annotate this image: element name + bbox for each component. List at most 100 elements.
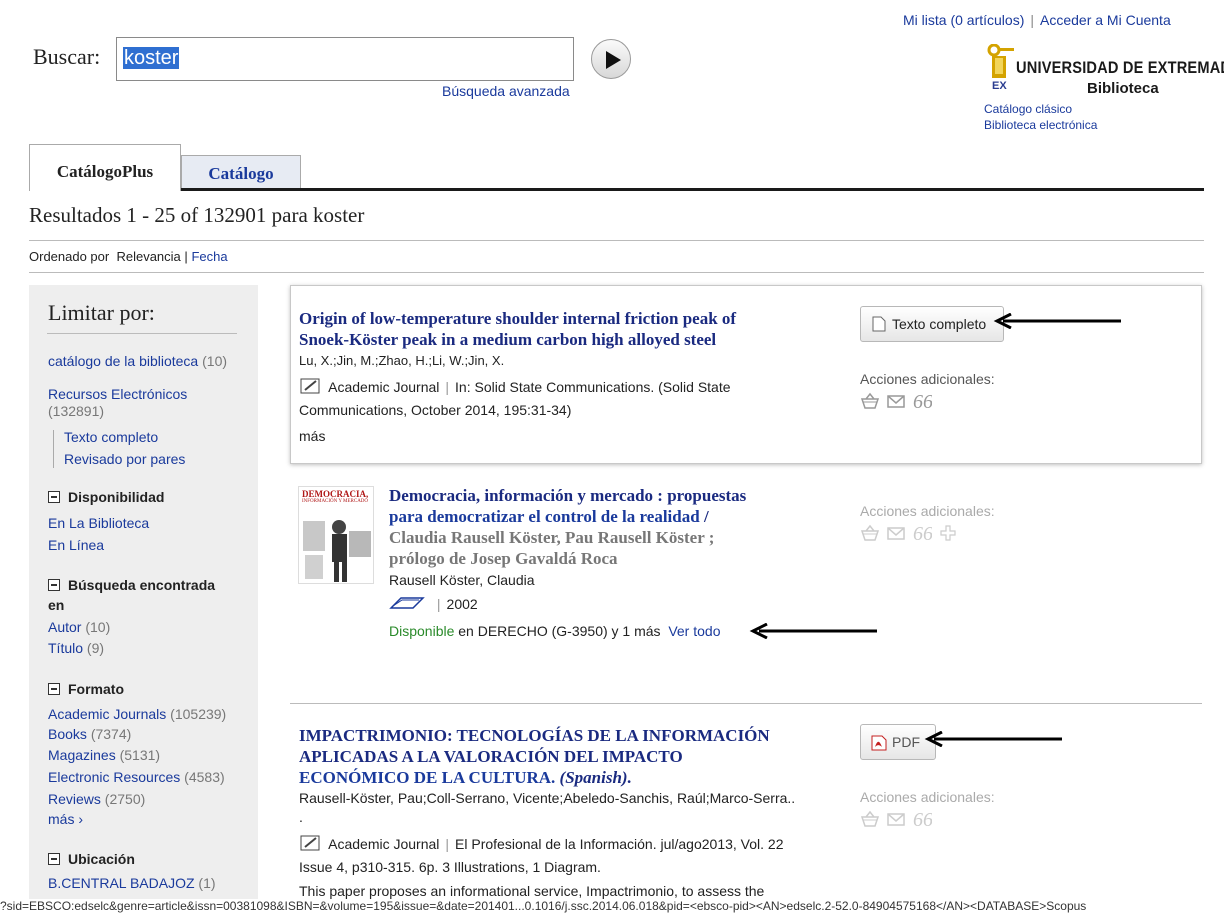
sort-date-link[interactable]: Fecha	[191, 249, 227, 264]
result-2-title-line2[interactable]: para democratizar el control de la reali…	[389, 506, 709, 527]
facet-catalogo[interactable]: catálogo de la biblioteca (10)	[48, 353, 227, 369]
facet-magazines[interactable]: Magazines (5131)	[48, 747, 160, 763]
divider	[29, 240, 1204, 241]
annotation-arrow	[924, 731, 1062, 747]
fulltext-button[interactable]: Texto completo	[860, 306, 1004, 342]
facet-academic-journals[interactable]: Academic Journals (105239)	[48, 706, 226, 722]
advanced-search-link[interactable]: Búsqueda avanzada	[442, 83, 570, 99]
cite-icon[interactable]: 66	[912, 524, 932, 542]
result-2-author-link[interactable]: Rausell Köster, Claudia	[389, 569, 535, 591]
search-label: Buscar:	[33, 44, 101, 69]
result-2-actions: 66	[860, 524, 958, 542]
facet-heading-busqueda-en: en	[48, 597, 65, 613]
facet-reviews[interactable]: Reviews (2750)	[48, 791, 145, 807]
divider	[29, 272, 1204, 273]
result-1-actions-label: Acciones adicionales:	[860, 371, 995, 387]
result-3-source: Academic Journal | El Profesional de la In…	[299, 833, 783, 855]
facet-revisado-por-pares[interactable]: Revisado por pares	[64, 451, 185, 467]
classic-catalog-link[interactable]: Catálogo clásico	[984, 102, 1072, 116]
result-1-actions: 66	[860, 392, 932, 410]
result-3-title-line2[interactable]: APLICADAS A LA VALORACIÓN DEL IMPACTO	[299, 746, 683, 767]
result-2-availability: Disponible en DERECHO (G-3950) y 1 más V…	[389, 623, 721, 639]
collapse-icon[interactable]	[48, 853, 60, 865]
result-2-format-year: | 2002	[389, 593, 478, 615]
divider	[290, 703, 1202, 704]
result-3-title-line3[interactable]: ECONÓMICO DE LA CULTURA. (Spanish).	[299, 767, 632, 788]
facet-en-la-biblioteca[interactable]: En La Biblioteca	[48, 515, 149, 531]
email-icon[interactable]	[886, 392, 906, 410]
facet-heading-busqueda[interactable]: Búsqueda encontrada	[68, 577, 215, 593]
basket-icon[interactable]	[860, 392, 880, 410]
svg-text:66: 66	[913, 392, 932, 410]
divider	[53, 430, 54, 468]
logo-title: UNIVERSIDAD DE EXTREMADURA	[1016, 58, 1224, 77]
result-3-authors-cont: .	[299, 809, 303, 825]
document-icon	[872, 316, 886, 332]
search-go-button[interactable]	[591, 39, 631, 79]
basket-icon[interactable]	[860, 810, 880, 828]
logo-ex: EX	[992, 80, 1007, 92]
tab-bar-divider	[29, 188, 1204, 191]
facet-heading-disponibilidad[interactable]: Disponibilidad	[68, 489, 164, 505]
play-icon	[606, 51, 621, 69]
result-1-more-link[interactable]: más	[299, 425, 325, 447]
result-2-title-line1[interactable]: Democracia, información y mercado : prop…	[389, 485, 746, 506]
result-1-title-line1[interactable]: Origin of low-temperature shoulder inter…	[299, 308, 736, 329]
book-cover-image[interactable]: DEMOCRACIA, INFORMACIÓN Y MERCADO	[298, 486, 374, 584]
annotation-arrow	[749, 623, 877, 639]
facet-books[interactable]: Books (7374)	[48, 726, 131, 742]
login-link[interactable]: Acceder a Mi Cuenta	[1040, 12, 1171, 28]
divider	[47, 333, 237, 334]
result-3-source-cont: Issue 4, p310-315. 6p. 3 Illustrations, …	[299, 859, 601, 875]
view-all-link[interactable]: Ver todo	[668, 623, 720, 639]
journal-icon	[300, 835, 320, 851]
facet-recursos[interactable]: Recursos Electrónicos	[48, 386, 187, 402]
book-icon	[389, 597, 425, 609]
plus-icon[interactable]	[938, 524, 958, 542]
electronic-library-link[interactable]: Biblioteca electrónica	[984, 118, 1097, 132]
facet-en-linea[interactable]: En Línea	[48, 537, 104, 553]
facet-heading-formato[interactable]: Formato	[68, 681, 124, 697]
facet-more-link[interactable]: más ›	[48, 811, 83, 827]
facet-texto-completo[interactable]: Texto completo	[64, 429, 158, 445]
top-links: Mi lista (0 artículos) | Acceder a Mi Cuen…	[903, 12, 1171, 28]
pdf-icon	[871, 735, 887, 751]
tab-catalogoplus[interactable]: CatálogoPlus	[29, 144, 181, 191]
search-input-value[interactable]: koster	[123, 47, 180, 69]
result-3-actions-label: Acciones adicionales:	[860, 789, 995, 805]
results-heading: Resultados 1 - 25 of 132901 para koster	[29, 203, 365, 227]
facet-heading-ubicacion[interactable]: Ubicación	[68, 851, 135, 867]
result-2-actions-label: Acciones adicionales:	[860, 503, 995, 519]
collapse-icon[interactable]	[48, 491, 60, 503]
result-1-title-line2[interactable]: Snoek-Köster peak in a medium carbon hig…	[299, 329, 716, 350]
tab-catalogo[interactable]: Catálogo	[181, 155, 301, 188]
email-icon[interactable]	[886, 810, 906, 828]
cite-icon[interactable]: 66	[912, 810, 932, 828]
facet-titulo[interactable]: Título (9)	[48, 640, 104, 656]
sort-bar: Ordenado por Relevancia | Fecha	[29, 249, 228, 264]
sort-relevance[interactable]: Relevancia	[116, 249, 180, 264]
facet-electronic-resources[interactable]: Electronic Resources (4583)	[48, 769, 225, 785]
facet-recursos-count: (132891)	[48, 403, 105, 419]
journal-icon	[300, 378, 320, 394]
status-bar-url: ?sid=EBSCO:edselc&genre=article&issn=003…	[0, 899, 1224, 915]
collapse-icon[interactable]	[48, 579, 60, 591]
email-icon[interactable]	[886, 524, 906, 542]
result-1-authors: Lu, X.;Jin, M.;Zhao, H.;Li, W.;Jin, X.	[299, 353, 505, 368]
logo-subtitle: Biblioteca	[1087, 80, 1159, 97]
facet-bcentral-badajoz[interactable]: B.CENTRAL BADAJOZ (1)	[48, 875, 216, 891]
svg-text:66: 66	[913, 524, 932, 542]
cite-icon[interactable]: 66	[912, 392, 932, 410]
result-1-source-cont: Communications, October 2014, 195:31-34)	[299, 402, 572, 418]
result-3-title-line1[interactable]: IMPACTRIMONIO: TECNOLOGÍAS DE LA INFORMA…	[299, 725, 770, 746]
result-3-actions: 66	[860, 810, 932, 828]
collapse-icon[interactable]	[48, 683, 60, 695]
sort-label: Ordenado por	[29, 249, 110, 264]
result-1-source: Academic Journal | In: Solid State Communi…	[299, 376, 731, 398]
basket-icon[interactable]	[860, 524, 880, 542]
sidebar-title: Limitar por:	[48, 300, 155, 325]
annotation-arrow	[993, 313, 1121, 329]
facet-autor[interactable]: Autor (10)	[48, 619, 110, 635]
my-list-link[interactable]: Mi lista (0 artículos)	[903, 12, 1024, 28]
search-input[interactable]: koster	[116, 37, 574, 81]
